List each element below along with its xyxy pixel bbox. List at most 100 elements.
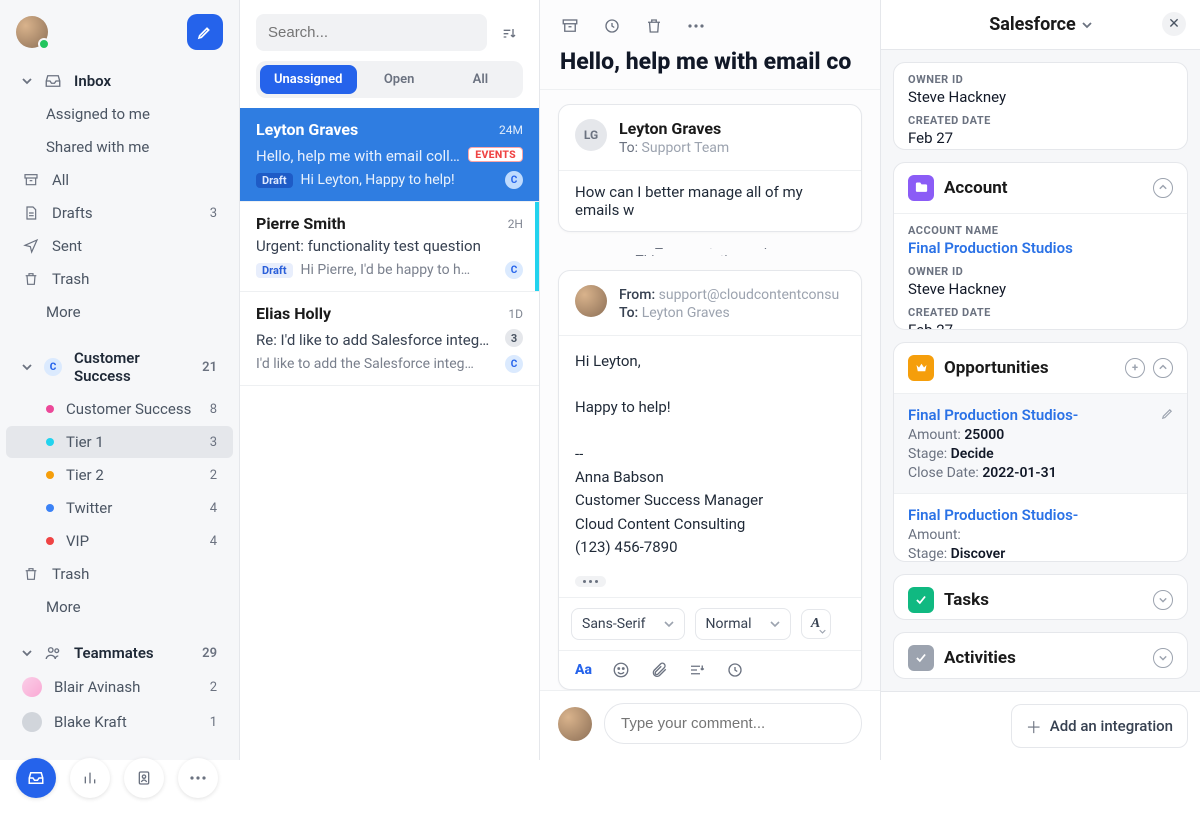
nav-item-twitter[interactable]: Twitter4 bbox=[6, 492, 233, 524]
nav-item-shared[interactable]: Shared with me bbox=[6, 131, 233, 163]
nav-item-all[interactable]: All bbox=[6, 164, 233, 196]
sender-avatar: LG bbox=[575, 119, 607, 151]
analytics-button[interactable] bbox=[70, 758, 110, 798]
show-trimmed-button[interactable] bbox=[575, 576, 606, 587]
tab-open[interactable]: Open bbox=[361, 65, 438, 94]
user-avatar-small bbox=[558, 707, 592, 741]
expand-icon[interactable] bbox=[1153, 648, 1173, 668]
card-header-activities[interactable]: Activities bbox=[894, 633, 1187, 679]
emoji-button[interactable] bbox=[612, 661, 630, 679]
nav-branch-inbox[interactable]: Inbox bbox=[6, 65, 233, 97]
nav-item-tier2[interactable]: Tier 22 bbox=[6, 459, 233, 491]
nav-item-more[interactable]: More bbox=[6, 296, 233, 328]
conversation-item[interactable]: Pierre Smith2H Urgent: functionality tes… bbox=[240, 202, 539, 292]
nav-item-cs-more[interactable]: More bbox=[6, 591, 233, 623]
expand-icon[interactable] bbox=[1153, 590, 1173, 610]
search-input[interactable] bbox=[256, 14, 487, 51]
comment-input[interactable] bbox=[604, 703, 862, 744]
nav-item-cs-main[interactable]: Customer Success8 bbox=[6, 393, 233, 425]
attach-button[interactable] bbox=[650, 661, 668, 679]
collapse-icon[interactable] bbox=[1153, 178, 1173, 198]
msg-count-badge: 3 bbox=[505, 329, 523, 347]
schedule-button[interactable] bbox=[726, 661, 744, 679]
conversation-list-column: Unassigned Open All Leyton Graves24M Hel… bbox=[240, 0, 540, 760]
panel-card-activities: Activities bbox=[893, 632, 1188, 679]
conversation-column: Hello, help me with email co LG Leyton G… bbox=[540, 0, 880, 760]
crown-icon bbox=[908, 355, 934, 381]
delete-button[interactable] bbox=[644, 16, 664, 36]
tab-all[interactable]: All bbox=[442, 65, 519, 94]
edit-icon[interactable] bbox=[1161, 406, 1175, 420]
teammates-icon bbox=[44, 644, 62, 662]
comment-row bbox=[540, 690, 880, 760]
panel-card-top: OWNER ID Steve Hackney CREATED DATE Feb … bbox=[893, 62, 1188, 150]
close-panel-button[interactable]: ✕ bbox=[1162, 12, 1186, 36]
text-color-button[interactable]: A bbox=[801, 609, 831, 639]
account-link[interactable]: Final Production Studios bbox=[908, 239, 1173, 257]
opportunity-item[interactable]: Final Production Studios- Amount: Stage:… bbox=[894, 494, 1187, 562]
user-avatar[interactable] bbox=[16, 16, 48, 48]
dot-icon bbox=[46, 504, 54, 512]
nav-section-team: Teammates 29 Blair Avinash2 Blake Kraft1 bbox=[0, 630, 239, 746]
nav-item-tier1[interactable]: Tier 13 bbox=[6, 426, 233, 458]
nav-item-trash[interactable]: Trash bbox=[6, 263, 233, 295]
compose-button[interactable] bbox=[187, 14, 223, 50]
snooze-button[interactable] bbox=[602, 16, 622, 36]
contacts-button[interactable] bbox=[124, 758, 164, 798]
nav-label: Inbox bbox=[74, 72, 111, 90]
channel-badge: C bbox=[505, 171, 523, 189]
chevron-down-icon bbox=[664, 619, 674, 629]
nav-branch-cs[interactable]: C Customer Success 21 bbox=[6, 342, 233, 392]
chevron-down-icon bbox=[22, 648, 32, 658]
archive-icon bbox=[22, 171, 40, 189]
dot-icon bbox=[46, 405, 54, 413]
card-header-opps[interactable]: Opportunities + bbox=[894, 343, 1187, 394]
archive-button[interactable] bbox=[560, 16, 580, 36]
collapse-icon[interactable] bbox=[1153, 358, 1173, 378]
tag-stripe bbox=[535, 202, 539, 291]
integration-panel: Salesforce ✕ OWNER ID Steve Hackney CREA… bbox=[880, 0, 1200, 760]
conversation-item[interactable]: Leyton Graves24M Hello, help me with ema… bbox=[240, 108, 539, 202]
sort-button[interactable] bbox=[495, 19, 523, 47]
nav-item-vip[interactable]: VIP4 bbox=[6, 525, 233, 557]
dot-icon bbox=[46, 438, 54, 446]
compose-body-editor[interactable]: Hi Leyton, Happy to help! -- Anna Babson… bbox=[559, 336, 861, 567]
inbox-icon bbox=[44, 72, 62, 90]
nav-branch-team[interactable]: Teammates 29 bbox=[6, 637, 233, 669]
more-button[interactable] bbox=[178, 758, 218, 798]
opportunity-item[interactable]: Final Production Studios- Amount: 25000 … bbox=[894, 394, 1187, 494]
presence-dot bbox=[38, 38, 50, 50]
font-family-select[interactable]: Sans-Serif bbox=[571, 608, 685, 640]
sent-icon bbox=[22, 237, 40, 255]
conversation-item[interactable]: Elias Holly1D Re: I'd like to add Salesf… bbox=[240, 292, 539, 386]
add-integration-button[interactable]: ＋Add an integration bbox=[1011, 704, 1188, 748]
check-icon bbox=[908, 587, 934, 613]
dot-icon bbox=[46, 537, 54, 545]
nav-item-cs-trash[interactable]: Trash bbox=[6, 558, 233, 590]
conversation-title: Hello, help me with email co bbox=[540, 42, 880, 90]
nav-item-sent[interactable]: Sent bbox=[6, 230, 233, 262]
nav-item-teammate[interactable]: Blair Avinash2 bbox=[6, 670, 233, 704]
folder-icon bbox=[908, 175, 934, 201]
trash-icon bbox=[22, 270, 40, 288]
add-icon[interactable]: + bbox=[1125, 358, 1145, 378]
card-header-account[interactable]: Account bbox=[894, 163, 1187, 214]
card-header-tasks[interactable]: Tasks bbox=[894, 575, 1187, 621]
draft-chip: Draft bbox=[256, 173, 293, 188]
teammate-avatar bbox=[22, 712, 42, 732]
formatting-toggle[interactable]: Aa bbox=[575, 662, 592, 678]
inbox-bubble-button[interactable] bbox=[16, 758, 56, 798]
tab-unassigned[interactable]: Unassigned bbox=[260, 65, 357, 94]
chevron-down-icon bbox=[770, 619, 780, 629]
nav-item-teammate[interactable]: Blake Kraft1 bbox=[6, 705, 233, 739]
font-size-select[interactable]: Normal bbox=[695, 608, 791, 640]
panel-title-button[interactable]: Salesforce bbox=[989, 14, 1092, 35]
chevron-down-icon bbox=[22, 76, 32, 86]
message-card: LG Leyton Graves To: Support Team How ca… bbox=[558, 104, 862, 232]
nav-item-assigned[interactable]: Assigned to me bbox=[6, 98, 233, 130]
compose-card: From: support@cloudcontentconsu To: Leyt… bbox=[558, 270, 862, 690]
insert-button[interactable] bbox=[688, 661, 706, 679]
more-actions-button[interactable] bbox=[686, 16, 706, 36]
nav-item-drafts[interactable]: Drafts3 bbox=[6, 197, 233, 229]
panel-card-tasks: Tasks bbox=[893, 574, 1188, 621]
